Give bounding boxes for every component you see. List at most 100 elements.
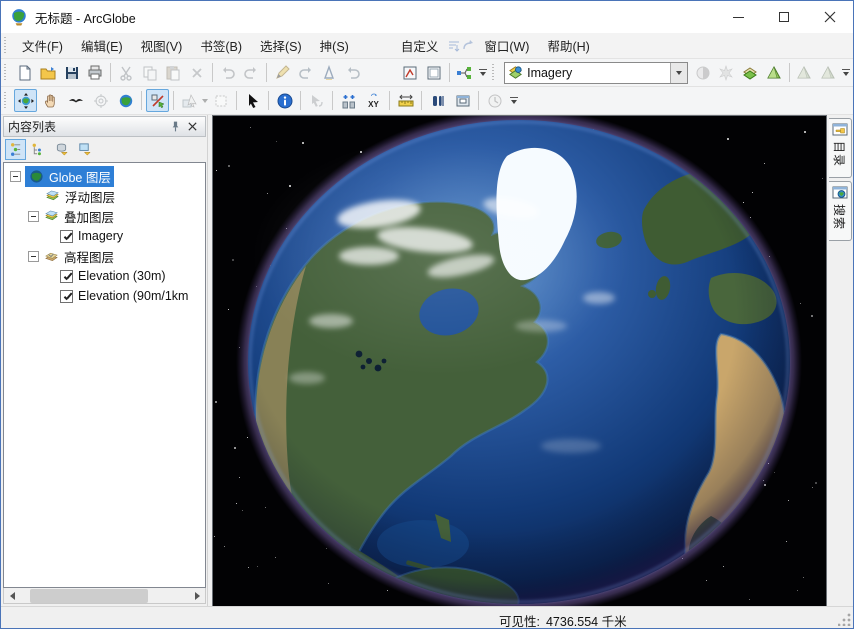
globe-toolbar-overflow[interactable] — [840, 61, 853, 84]
menu-edit[interactable]: 编辑(E) — [72, 32, 132, 59]
collapse-icon[interactable] — [28, 251, 39, 262]
center-on-target-button[interactable] — [89, 89, 112, 112]
list-by-drawing-order-button[interactable] — [5, 139, 26, 160]
toolbar-grip[interactable] — [4, 64, 9, 82]
navigate-globe-icon — [18, 93, 34, 109]
paste-button[interactable] — [163, 61, 185, 84]
print-button[interactable] — [85, 61, 107, 84]
menu-selection[interactable]: 选择(S) — [251, 32, 311, 59]
html-popup-button[interactable] — [426, 89, 449, 112]
layout-view-button[interactable] — [423, 61, 445, 84]
pan-button[interactable] — [39, 89, 62, 112]
tree-row-globe-layers[interactable]: Globe 图层 — [4, 166, 205, 186]
undo-button[interactable] — [217, 61, 239, 84]
menu-geoprocessing[interactable]: 抻(S) — [311, 32, 358, 59]
base-heights-button[interactable] — [763, 61, 785, 84]
delete-button[interactable] — [186, 61, 208, 84]
elevation-30m-checkbox[interactable] — [60, 270, 73, 283]
full-extent-button[interactable] — [114, 89, 137, 112]
list-by-selection-button[interactable] — [74, 139, 95, 160]
menu-window[interactable]: 窗口(W) — [475, 32, 538, 59]
menu-view[interactable]: 视图(V) — [132, 32, 192, 59]
animation-pyramid2-button[interactable] — [817, 61, 839, 84]
modelbuilder-button[interactable] — [454, 61, 476, 84]
sketch-pen-button[interactable] — [271, 61, 293, 84]
find-button[interactable] — [337, 89, 360, 112]
tree-row-elevation-30m[interactable]: Elevation (30m) — [4, 266, 205, 286]
select-features-dropdown-icon[interactable] — [202, 99, 208, 103]
tools-toolbar-grip[interactable] — [4, 92, 9, 110]
tree-row-elevation-90m[interactable]: Elevation (90m/1km — [4, 286, 205, 306]
hyperlink-button[interactable] — [305, 89, 328, 112]
catalog-tab[interactable]: 目录 — [829, 118, 852, 178]
chevron-down-icon — [511, 100, 517, 104]
navigate-button[interactable] — [14, 89, 37, 112]
identify-button[interactable] — [273, 89, 296, 112]
earth-globe[interactable] — [213, 116, 826, 606]
standard-toolbar-overflow[interactable] — [476, 61, 489, 84]
menu-customize[interactable]: 自定义 — [392, 32, 448, 59]
scroll-right-button[interactable] — [189, 589, 205, 603]
scrollbar-thumb[interactable] — [30, 589, 148, 603]
elevation-90m-checkbox[interactable] — [60, 290, 73, 303]
undo-icon — [220, 65, 236, 81]
imagery-checkbox[interactable] — [60, 230, 73, 243]
title-bar: 无标题 - ArcGlobe — [1, 1, 853, 33]
menu-bookmarks[interactable]: 书签(B) — [191, 32, 251, 59]
chevron-down-icon — [480, 72, 486, 76]
tree-row-elevation-layers[interactable]: 高程图层 — [4, 246, 205, 266]
new-document-button[interactable] — [14, 61, 36, 84]
cut-button[interactable] — [115, 61, 137, 84]
animation-pyramid-button[interactable] — [793, 61, 815, 84]
label-button[interactable] — [318, 61, 340, 84]
tree-row-draped-layers[interactable]: 叠加图层 — [4, 206, 205, 226]
list-by-visibility-button[interactable] — [51, 139, 72, 160]
maximize-button[interactable] — [761, 1, 807, 33]
toc-horizontal-scrollbar[interactable] — [3, 588, 206, 604]
scroll-left-button[interactable] — [4, 589, 20, 603]
menu-help[interactable]: 帮助(H) — [538, 32, 598, 59]
collapse-icon[interactable] — [10, 171, 21, 182]
goto-xy-button[interactable]: XY — [362, 89, 385, 112]
contrast-button[interactable] — [692, 61, 714, 84]
fly-button[interactable] — [64, 89, 87, 112]
select-elements-button[interactable] — [241, 89, 264, 112]
modelbuilder-icon — [456, 65, 472, 81]
resize-grip[interactable] — [838, 613, 851, 626]
time-slider-button[interactable] — [483, 89, 506, 112]
redo-sketch-button[interactable] — [295, 61, 317, 84]
viewer-window-button[interactable] — [451, 89, 474, 112]
minimize-button[interactable] — [715, 1, 761, 33]
copy-button[interactable] — [139, 61, 161, 84]
tools-toolbar-overflow[interactable] — [507, 89, 521, 112]
close-button[interactable] — [807, 1, 853, 33]
brightness-button[interactable] — [716, 61, 738, 84]
navigation-mode-button[interactable] — [146, 89, 169, 112]
redo-button[interactable] — [240, 61, 262, 84]
layer-combobox-dropdown[interactable] — [670, 63, 687, 83]
rotate-button[interactable] — [342, 61, 364, 84]
tree-row-imagery[interactable]: Imagery — [4, 226, 205, 246]
pin-button[interactable] — [167, 119, 184, 135]
html-popup-icon — [430, 93, 446, 109]
open-button[interactable] — [37, 61, 59, 84]
menu-grip[interactable] — [4, 37, 9, 55]
redo-arrow-icon — [298, 65, 314, 81]
collapse-icon[interactable] — [28, 211, 39, 222]
clear-selection-button[interactable] — [209, 89, 232, 112]
toc-close-button[interactable] — [184, 119, 201, 135]
search-tab[interactable]: 搜索 — [829, 181, 852, 241]
save-button[interactable] — [61, 61, 83, 84]
select-features-button[interactable] — [178, 89, 201, 112]
swipe-layer-button[interactable] — [739, 61, 761, 84]
globe-toolbar-grip[interactable] — [492, 64, 497, 82]
catalog-icon — [832, 122, 848, 138]
scrollbar-track[interactable] — [20, 589, 189, 603]
tree-row-floating-layers[interactable]: 浮动图层 — [4, 186, 205, 206]
measure-button[interactable] — [394, 89, 417, 112]
layer-combobox[interactable]: Imagery — [504, 62, 688, 84]
list-by-source-button[interactable] — [28, 139, 49, 160]
map-view-button[interactable] — [399, 61, 421, 84]
globe-viewport[interactable] — [212, 115, 827, 607]
menu-file[interactable]: 文件(F) — [13, 32, 72, 59]
